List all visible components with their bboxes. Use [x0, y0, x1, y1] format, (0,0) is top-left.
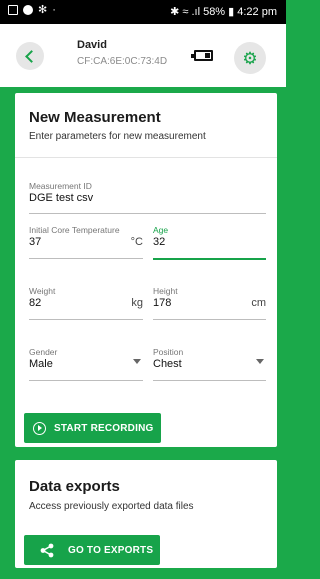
go-to-exports-button[interactable]: GO TO EXPORTS: [24, 535, 160, 565]
measurement-id-value: DGE test csv: [29, 192, 94, 204]
gender-dropdown-icon: [133, 359, 141, 364]
gender-select[interactable]: Gender Male: [29, 347, 143, 381]
battery-icon: [191, 50, 213, 61]
app-bar: David CF:CA:6E:0C:73:4D ⚙: [0, 24, 286, 87]
message-notification-icon: [23, 5, 33, 15]
position-dropdown-icon: [256, 359, 264, 364]
age-value: 32: [153, 236, 166, 248]
measurement-id-field[interactable]: Measurement ID DGE test csv: [29, 181, 266, 214]
back-button[interactable]: [16, 42, 44, 70]
height-field[interactable]: Height 178 cm: [153, 286, 266, 320]
position-select[interactable]: Position Chest: [153, 347, 266, 381]
height-label: Height: [153, 286, 178, 296]
weight-field[interactable]: Weight 82 kg: [29, 286, 143, 320]
position-value: Chest: [153, 358, 182, 370]
share-icon: [40, 543, 54, 557]
device-name: David: [77, 39, 107, 51]
new-measurement-subtitle: Enter parameters for new measurement: [29, 131, 206, 142]
data-exports-subtitle: Access previously exported data files: [29, 501, 194, 512]
more-notifications-icon: ·: [52, 4, 56, 16]
age-label: Age: [153, 225, 169, 235]
core-temperature-value: 37: [29, 236, 42, 248]
core-temperature-field[interactable]: Initial Core Temperature 37 °C: [29, 225, 143, 259]
height-value: 178: [153, 297, 172, 309]
core-temperature-label: Initial Core Temperature: [29, 225, 120, 235]
data-exports-title: Data exports: [29, 478, 120, 495]
settings-button[interactable]: ⚙: [234, 42, 266, 74]
notification-icons: ✻ ·: [8, 4, 56, 16]
measurement-id-label: Measurement ID: [29, 181, 92, 191]
start-recording-label: START RECORDING: [54, 422, 154, 434]
gender-value: Male: [29, 358, 53, 370]
weight-unit: kg: [131, 297, 143, 309]
status-bar: ✻ · ✱ ≈ .ıl 58% ▮ 4:22 pm: [0, 0, 286, 24]
gallery-notification-icon: [8, 5, 18, 15]
height-unit: cm: [251, 297, 266, 309]
gender-label: Gender: [29, 347, 58, 357]
card-divider: [15, 157, 277, 158]
new-measurement-card: New Measurement Enter parameters for new…: [15, 93, 277, 447]
status-text: ✱ ≈ .ıl 58% ▮ 4:22 pm: [170, 6, 277, 18]
go-to-exports-label: GO TO EXPORTS: [68, 544, 154, 556]
new-measurement-title: New Measurement: [29, 109, 161, 126]
weight-label: Weight: [29, 286, 56, 296]
core-temperature-unit: °C: [130, 236, 143, 248]
position-label: Position: [153, 347, 184, 357]
play-icon: [33, 421, 46, 435]
settings-gear-icon: ⚙: [242, 48, 258, 68]
weight-value: 82: [29, 297, 42, 309]
start-recording-button[interactable]: START RECORDING: [24, 413, 161, 443]
age-field[interactable]: Age 32: [153, 225, 266, 260]
device-mac-address: CF:CA:6E:0C:73:4D: [77, 56, 168, 67]
data-exports-card: Data exports Access previously exported …: [15, 460, 277, 568]
settings-notification-icon: ✻: [38, 4, 48, 16]
